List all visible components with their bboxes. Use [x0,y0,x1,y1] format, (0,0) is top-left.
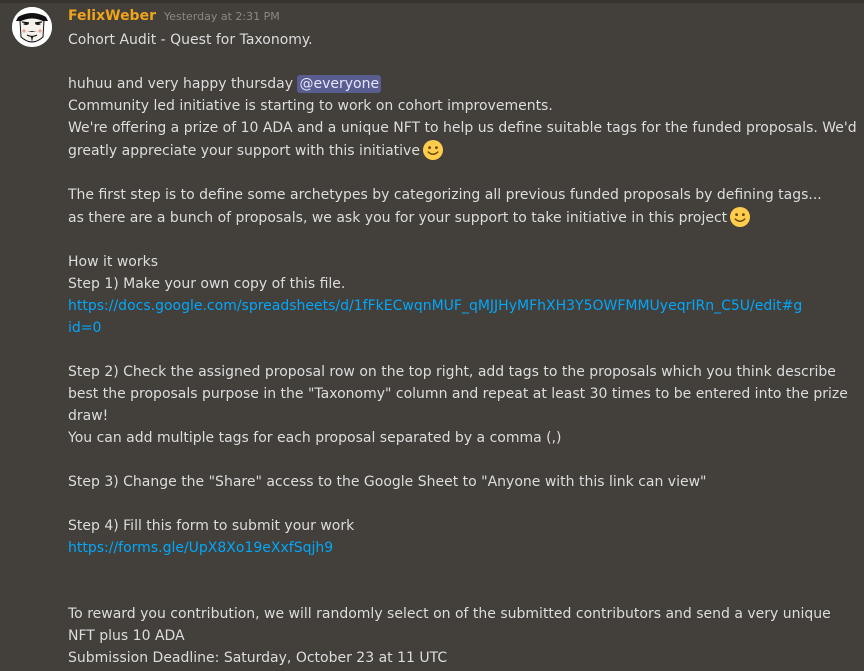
chat-message: FelixWeber Yesterday at 2:31 PM Cohort A… [0,0,864,671]
spreadsheet-link-continued[interactable]: id=0 [68,317,820,339]
step-2-line-2: best the proposals purpose in the "Taxon… [68,386,848,402]
slightly-smiling-face-icon [729,206,751,228]
submission-deadline: Submission Deadline: Saturday, October 2… [68,650,448,666]
first-step-line-2-text: as there are a bunch of proposals, we as… [68,210,728,226]
step-3-text: Step 3) Change the "Share" access to the… [68,474,707,490]
step-1-text: Step 1) Make your own copy of this file. [68,276,346,292]
user-avatar[interactable] [12,7,52,47]
message-timestamp[interactable]: Yesterday at 2:31 PM [164,10,280,23]
message-header: FelixWeber Yesterday at 2:31 PM [68,8,280,28]
reward-line-2: NFT plus 10 ADA [68,628,185,644]
message-title: Cohort Audit - Quest for Taxonomy. [68,32,313,48]
first-step-line-2: as there are a bunch of proposals, we as… [68,206,820,229]
step-2-line-3: draw! [68,408,109,424]
intro-line: Community led initiative is starting to … [68,98,553,114]
prize-line-1: We're offering a prize of 10 ADA and a u… [68,120,857,136]
greeting-text: huhuu and very happy thursday [68,76,298,92]
message-content: Cohort Audit - Quest for Taxonomy. huhuu… [68,29,857,669]
step-4-text: Step 4) Fill this form to submit your wo… [68,518,355,534]
guy-fawkes-mask-icon [12,7,52,47]
reward-line-1: To reward you contribution, we will rand… [68,606,831,622]
first-step-line-1: The first step is to define some archety… [68,187,822,203]
prize-line-2: greatly appreciate your support with thi… [68,139,820,162]
prize-line-2-text: greatly appreciate your support with thi… [68,143,420,159]
submission-form-link[interactable]: https://forms.gle/UpX8Xo19eXxfSqjh9 [68,537,820,559]
step-2-line-1: Step 2) Check the assigned proposal row … [68,364,836,380]
how-it-works-heading: How it works [68,254,158,270]
slightly-smiling-face-icon [422,139,444,161]
author-username[interactable]: FelixWeber [68,8,156,24]
step-2-line-4: You can add multiple tags for each propo… [68,430,562,446]
spreadsheet-link[interactable]: https://docs.google.com/spreadsheets/d/1… [68,295,820,317]
greeting-line: huhuu and very happy thursday @everyone [68,73,820,95]
everyone-mention[interactable]: @everyone [297,75,382,93]
